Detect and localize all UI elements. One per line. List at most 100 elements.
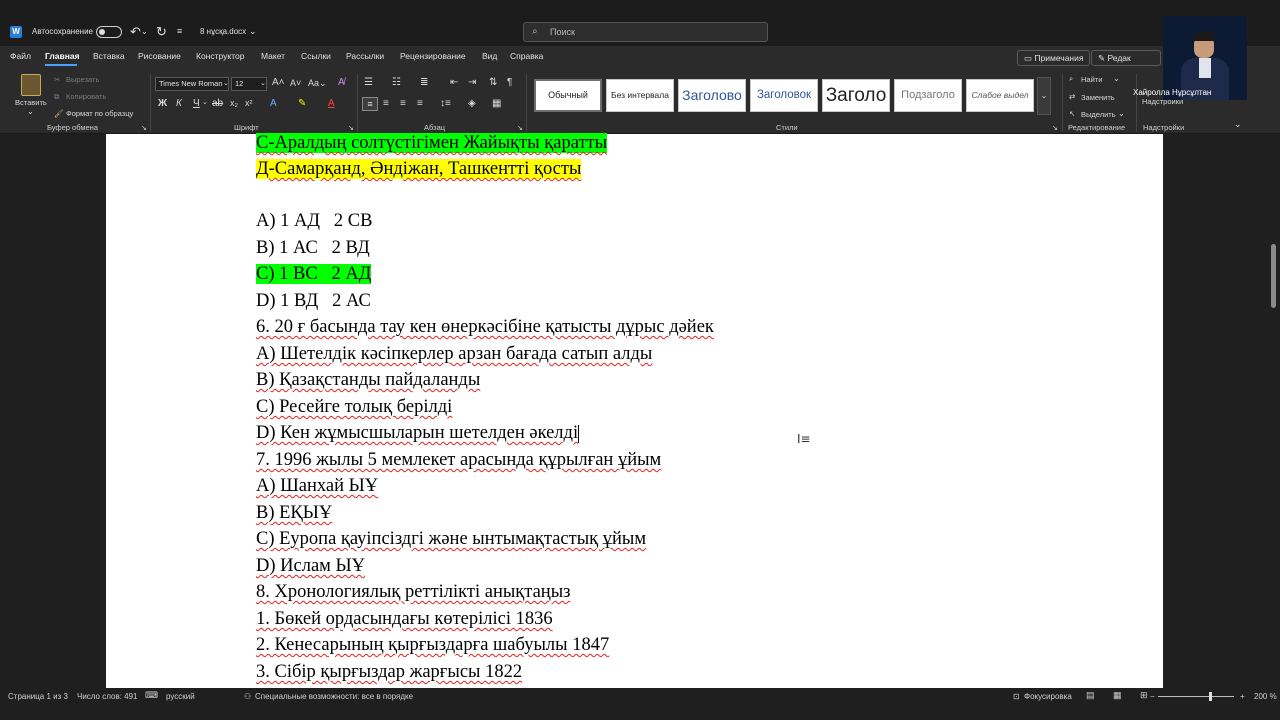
style-subtitle[interactable]: Подзаголо	[894, 79, 962, 112]
paste-chevron-down-icon[interactable]: ⌄	[27, 107, 34, 116]
text-effects-icon[interactable]: A	[270, 98, 277, 109]
tab-review[interactable]: Рецензирование	[400, 51, 466, 61]
highlight-color-icon[interactable]: ✎	[298, 98, 306, 109]
doc-line[interactable]: 6. 20 ғ басында тау кен өнеркәсібіне қат…	[256, 316, 714, 338]
justify-icon[interactable]: ≡	[417, 98, 423, 109]
strikethrough-icon[interactable]: ab	[212, 98, 223, 109]
borders-icon[interactable]: ▦	[492, 98, 501, 109]
line-spacing-icon[interactable]: ↕≡	[440, 98, 451, 109]
doc-line[interactable]: 2. Кенесарының қырғыздарға шабуылы 1847	[256, 634, 609, 656]
font-color-icon[interactable]: A	[328, 98, 335, 109]
tab-home[interactable]: Главная	[45, 51, 80, 61]
format-painter-button[interactable]: Формат по образцу	[66, 109, 133, 118]
subscript-icon[interactable]: x₂	[230, 98, 238, 108]
tab-mailings[interactable]: Рассылки	[346, 51, 384, 61]
zoom-slider-thumb[interactable]	[1208, 692, 1212, 701]
find-button[interactable]: Найти	[1081, 75, 1102, 84]
word-count[interactable]: Число слов: 491	[77, 692, 137, 701]
paste-icon[interactable]	[21, 74, 41, 96]
doc-line[interactable]: B) Қазақстанды пайдаланды	[256, 369, 480, 391]
paste-button[interactable]: Вставить	[15, 98, 47, 107]
doc-line[interactable]: C) 1 ВС 2 АД	[256, 263, 372, 285]
styles-more-chevron-down-icon[interactable]: ⌄	[1037, 77, 1051, 115]
underline-icon[interactable]: Ч	[193, 98, 200, 109]
doc-line[interactable]: D) 1 ВД 2 АС	[256, 290, 371, 312]
file-name[interactable]: 8 нұсқа.docx	[200, 27, 246, 36]
font-launcher-icon[interactable]: ↘	[348, 124, 354, 132]
page-count[interactable]: Страница 1 из 3	[8, 692, 68, 701]
doc-line[interactable]: D) Кен жұмысшыларын шетелден әкелді	[256, 422, 580, 444]
tab-file[interactable]: Файл	[10, 51, 31, 61]
proofing-icon[interactable]: ⌨	[145, 690, 158, 701]
doc-line[interactable]: A) Шанхай ЫҰ	[256, 475, 378, 497]
tab-view[interactable]: Вид	[482, 51, 497, 61]
align-right-icon[interactable]: ≡	[400, 98, 406, 109]
style-heading-2[interactable]: Заголовок	[750, 79, 818, 112]
doc-line[interactable]: 7. 1996 жылы 5 мемлекет арасында құрылға…	[256, 449, 661, 471]
redo-icon[interactable]: ↻	[156, 24, 167, 40]
web-layout-icon[interactable]: ⊞	[1140, 690, 1148, 701]
tab-design[interactable]: Конструктор	[196, 51, 244, 61]
clipboard-launcher-icon[interactable]: ↘	[141, 124, 147, 132]
align-center-icon[interactable]: ≡	[383, 98, 389, 109]
zoom-in-icon[interactable]: +	[1240, 692, 1245, 701]
multilevel-list-icon[interactable]: ≣	[420, 77, 428, 88]
zoom-level[interactable]: 200 %	[1254, 692, 1277, 701]
filename-chevron-down-icon[interactable]: ⌄	[249, 26, 257, 37]
accessibility-status[interactable]: Специальные возможности: все в порядке	[255, 692, 413, 701]
align-left-icon[interactable]: ≡	[362, 97, 378, 111]
doc-line[interactable]: C) Ресейге толық берілді	[256, 396, 452, 418]
customize-qat-icon[interactable]: ≡	[177, 26, 182, 36]
style-no-spacing[interactable]: Без интервала	[606, 79, 674, 112]
style-subtle-emphasis[interactable]: Слабое выдел	[966, 79, 1034, 112]
doc-line[interactable]: D) Ислам ЫҰ	[256, 555, 365, 577]
doc-line[interactable]: С-Аралдың солтүстігімен Жайықты қаратты	[256, 132, 608, 154]
vertical-scrollbar[interactable]	[1266, 134, 1280, 688]
tab-draw[interactable]: Рисование	[138, 51, 181, 61]
doc-line[interactable]: 3. Сібір қырғыздар жарғысы 1822	[256, 661, 522, 683]
comments-button[interactable]: ▭ Примечания	[1017, 50, 1091, 66]
grow-font-icon[interactable]: A˄	[272, 77, 285, 88]
clear-formatting-icon[interactable]: A̸	[338, 77, 345, 88]
copy-button[interactable]: Копировать	[66, 92, 106, 101]
numbering-icon[interactable]: ☷	[392, 77, 401, 88]
select-button[interactable]: Выделить	[1081, 110, 1116, 119]
style-title[interactable]: Заголо	[822, 79, 890, 112]
tab-layout[interactable]: Макет	[261, 51, 285, 61]
find-chevron-down-icon[interactable]: ⌄	[1113, 74, 1120, 83]
collapse-ribbon-chevron-icon[interactable]: ⌄	[1234, 119, 1242, 130]
superscript-icon[interactable]: x²	[245, 98, 253, 108]
show-formatting-icon[interactable]: ¶	[507, 77, 512, 88]
increase-indent-icon[interactable]: ⇥	[468, 77, 476, 88]
print-layout-icon[interactable]: ▦	[1113, 690, 1122, 701]
tab-help[interactable]: Справка	[510, 51, 543, 61]
font-size-chevron-down-icon[interactable]: ⌄	[260, 79, 266, 87]
font-name-chevron-down-icon[interactable]: ⌄	[223, 79, 229, 87]
editing-mode-button[interactable]: ✎ Редак	[1091, 50, 1161, 66]
doc-line[interactable]: C) Еуропа қауіпсіздгі және ынтымақтастық…	[256, 528, 646, 550]
style-heading-1[interactable]: Заголово	[678, 79, 746, 112]
italic-icon[interactable]: К	[176, 98, 182, 109]
sort-icon[interactable]: ⇅	[489, 77, 497, 88]
autosave-toggle[interactable]	[96, 26, 122, 38]
underline-chevron-down-icon[interactable]: ⌄	[202, 98, 208, 106]
tab-references[interactable]: Ссылки	[301, 51, 331, 61]
zoom-slider[interactable]	[1158, 696, 1234, 697]
search-box[interactable]: ⌕ Поиск	[523, 22, 768, 42]
bullets-icon[interactable]: ☰	[364, 77, 373, 88]
cut-button[interactable]: Вырезать	[66, 75, 99, 84]
select-chevron-down-icon[interactable]: ⌄	[1118, 109, 1125, 118]
scrollbar-thumb[interactable]	[1271, 244, 1276, 308]
doc-line[interactable]: B) ЕҚЫҰ	[256, 502, 332, 524]
doc-line[interactable]: B) 1 АС 2 ВД	[256, 237, 370, 259]
undo-icon[interactable]: ↶	[130, 24, 141, 40]
replace-button[interactable]: Заменить	[1081, 93, 1115, 102]
language-indicator[interactable]: русский	[166, 692, 195, 701]
shrink-font-icon[interactable]: A˅	[290, 78, 301, 88]
font-name-box[interactable]: Times New Roman	[155, 77, 229, 91]
read-mode-icon[interactable]: ▤	[1086, 690, 1095, 701]
bold-icon[interactable]: Ж	[158, 98, 167, 109]
focus-mode-button[interactable]: Фокусировка	[1024, 692, 1072, 701]
doc-line[interactable]: 8. Хронологиялық реттілікті анықтаңыз	[256, 581, 570, 603]
tab-insert[interactable]: Вставка	[93, 51, 125, 61]
